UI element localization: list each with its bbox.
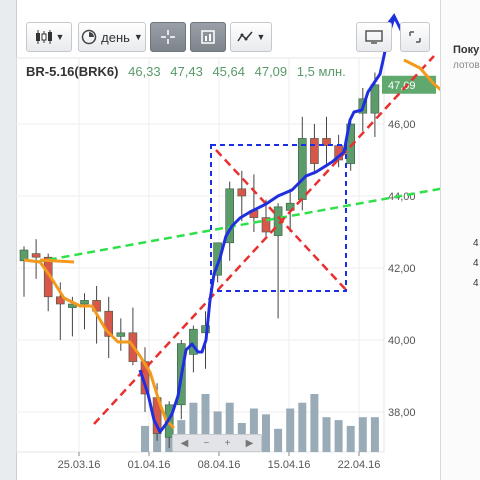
candle-body bbox=[31, 253, 41, 258]
chevron-down-icon: ▼ bbox=[55, 32, 65, 42]
crosshair-button[interactable] bbox=[150, 22, 186, 52]
scroll-right-icon[interactable]: ▶ bbox=[246, 438, 254, 449]
screen-icon bbox=[365, 30, 383, 44]
left-sidebar bbox=[0, 0, 17, 480]
volume-bar bbox=[141, 425, 149, 452]
chart-navigation: ◀ − + ▶ bbox=[172, 434, 262, 452]
chart-grid bbox=[16, 57, 385, 453]
indicators-button[interactable]: ▼ bbox=[230, 22, 272, 52]
chart-frame-icon bbox=[201, 30, 215, 44]
order-book-panel: Поку лотов 4 4 4 bbox=[440, 0, 480, 480]
volume-bar bbox=[346, 425, 355, 452]
candles-icon bbox=[35, 30, 52, 44]
instrument-header: BR-5.16(BRK6) 46,33 47,43 45,64 47,09 1,… bbox=[26, 64, 346, 79]
chevron-down-icon: ▼ bbox=[256, 32, 266, 42]
x-tick-label: 01.04.16 bbox=[128, 459, 171, 471]
candle-body bbox=[80, 300, 89, 305]
y-tick-label: 46,00 bbox=[388, 119, 416, 131]
order-book-value: 4 bbox=[473, 238, 479, 249]
volume-bar bbox=[286, 408, 295, 452]
candles-type-button[interactable]: ▼ bbox=[26, 22, 72, 52]
orange-line-right bbox=[403, 58, 440, 92]
volume-bar bbox=[370, 417, 379, 452]
chart-frame-button[interactable] bbox=[190, 22, 226, 52]
zoom-out-icon[interactable]: − bbox=[204, 438, 210, 449]
orange-line-top bbox=[39, 258, 75, 264]
interval-select[interactable]: день ▼ bbox=[78, 22, 146, 52]
x-tick-label: 22.04.16 bbox=[338, 459, 381, 471]
close-price: 47,09 bbox=[254, 64, 288, 79]
volume-bar bbox=[334, 420, 343, 452]
open-price: 46,33 bbox=[128, 64, 161, 79]
y-tick-label: 40,00 bbox=[388, 335, 416, 347]
fullscreen-button[interactable] bbox=[400, 22, 430, 52]
x-tick-label: 25.03.16 bbox=[58, 459, 101, 471]
candle-body bbox=[237, 188, 247, 197]
x-axis-ticks: 25.03.16 01.04.16 08.04.16 15.04.16 22.04.16 bbox=[58, 452, 381, 471]
y-tick-label: 38,00 bbox=[388, 407, 416, 419]
volume-bar bbox=[310, 394, 319, 452]
instrument-name: BR-5.16(BRK6) bbox=[26, 64, 119, 79]
crosshair-icon bbox=[161, 30, 175, 44]
last-price-text: 47,09 bbox=[388, 80, 416, 92]
scroll-left-icon[interactable]: ◀ bbox=[181, 438, 189, 449]
candle-body bbox=[310, 138, 319, 164]
candles bbox=[19, 72, 380, 448]
low-price: 45,64 bbox=[212, 64, 245, 79]
expand-icon bbox=[409, 31, 421, 43]
order-book-title: Поку bbox=[453, 44, 480, 56]
y-axis-ticks: 46,0044,0042,0040,0038,0047,09 bbox=[382, 75, 436, 419]
screenshot-button[interactable] bbox=[356, 22, 392, 52]
candle-body bbox=[297, 138, 307, 200]
order-book-subtitle: лотов bbox=[453, 60, 480, 71]
clock-icon bbox=[81, 29, 97, 45]
indicator-icon bbox=[236, 31, 253, 42]
x-tick-label: 15.04.16 bbox=[268, 459, 311, 471]
volume-bar bbox=[358, 417, 367, 452]
interval-label: день bbox=[101, 29, 130, 45]
y-tick-label: 42,00 bbox=[388, 263, 416, 275]
volume-bar bbox=[262, 414, 270, 452]
plot-frame bbox=[16, 57, 385, 453]
volume-bar bbox=[322, 417, 331, 452]
volume-bar bbox=[274, 428, 283, 452]
chevron-down-icon: ▼ bbox=[133, 32, 143, 42]
x-tick-label: 08.04.16 bbox=[198, 459, 241, 471]
high-price: 47,43 bbox=[170, 64, 203, 79]
candle-body bbox=[370, 84, 380, 114]
order-book-value: 4 bbox=[473, 278, 479, 289]
order-book-value: 4 bbox=[473, 258, 479, 269]
candle-body bbox=[116, 332, 126, 337]
zoom-in-icon[interactable]: + bbox=[225, 438, 231, 449]
volume-bar bbox=[298, 402, 307, 452]
chart-window: 46,0044,0042,0040,0038,0047,09 25.03.160… bbox=[0, 0, 480, 480]
volume-value: 1,5 млн. bbox=[296, 64, 346, 79]
